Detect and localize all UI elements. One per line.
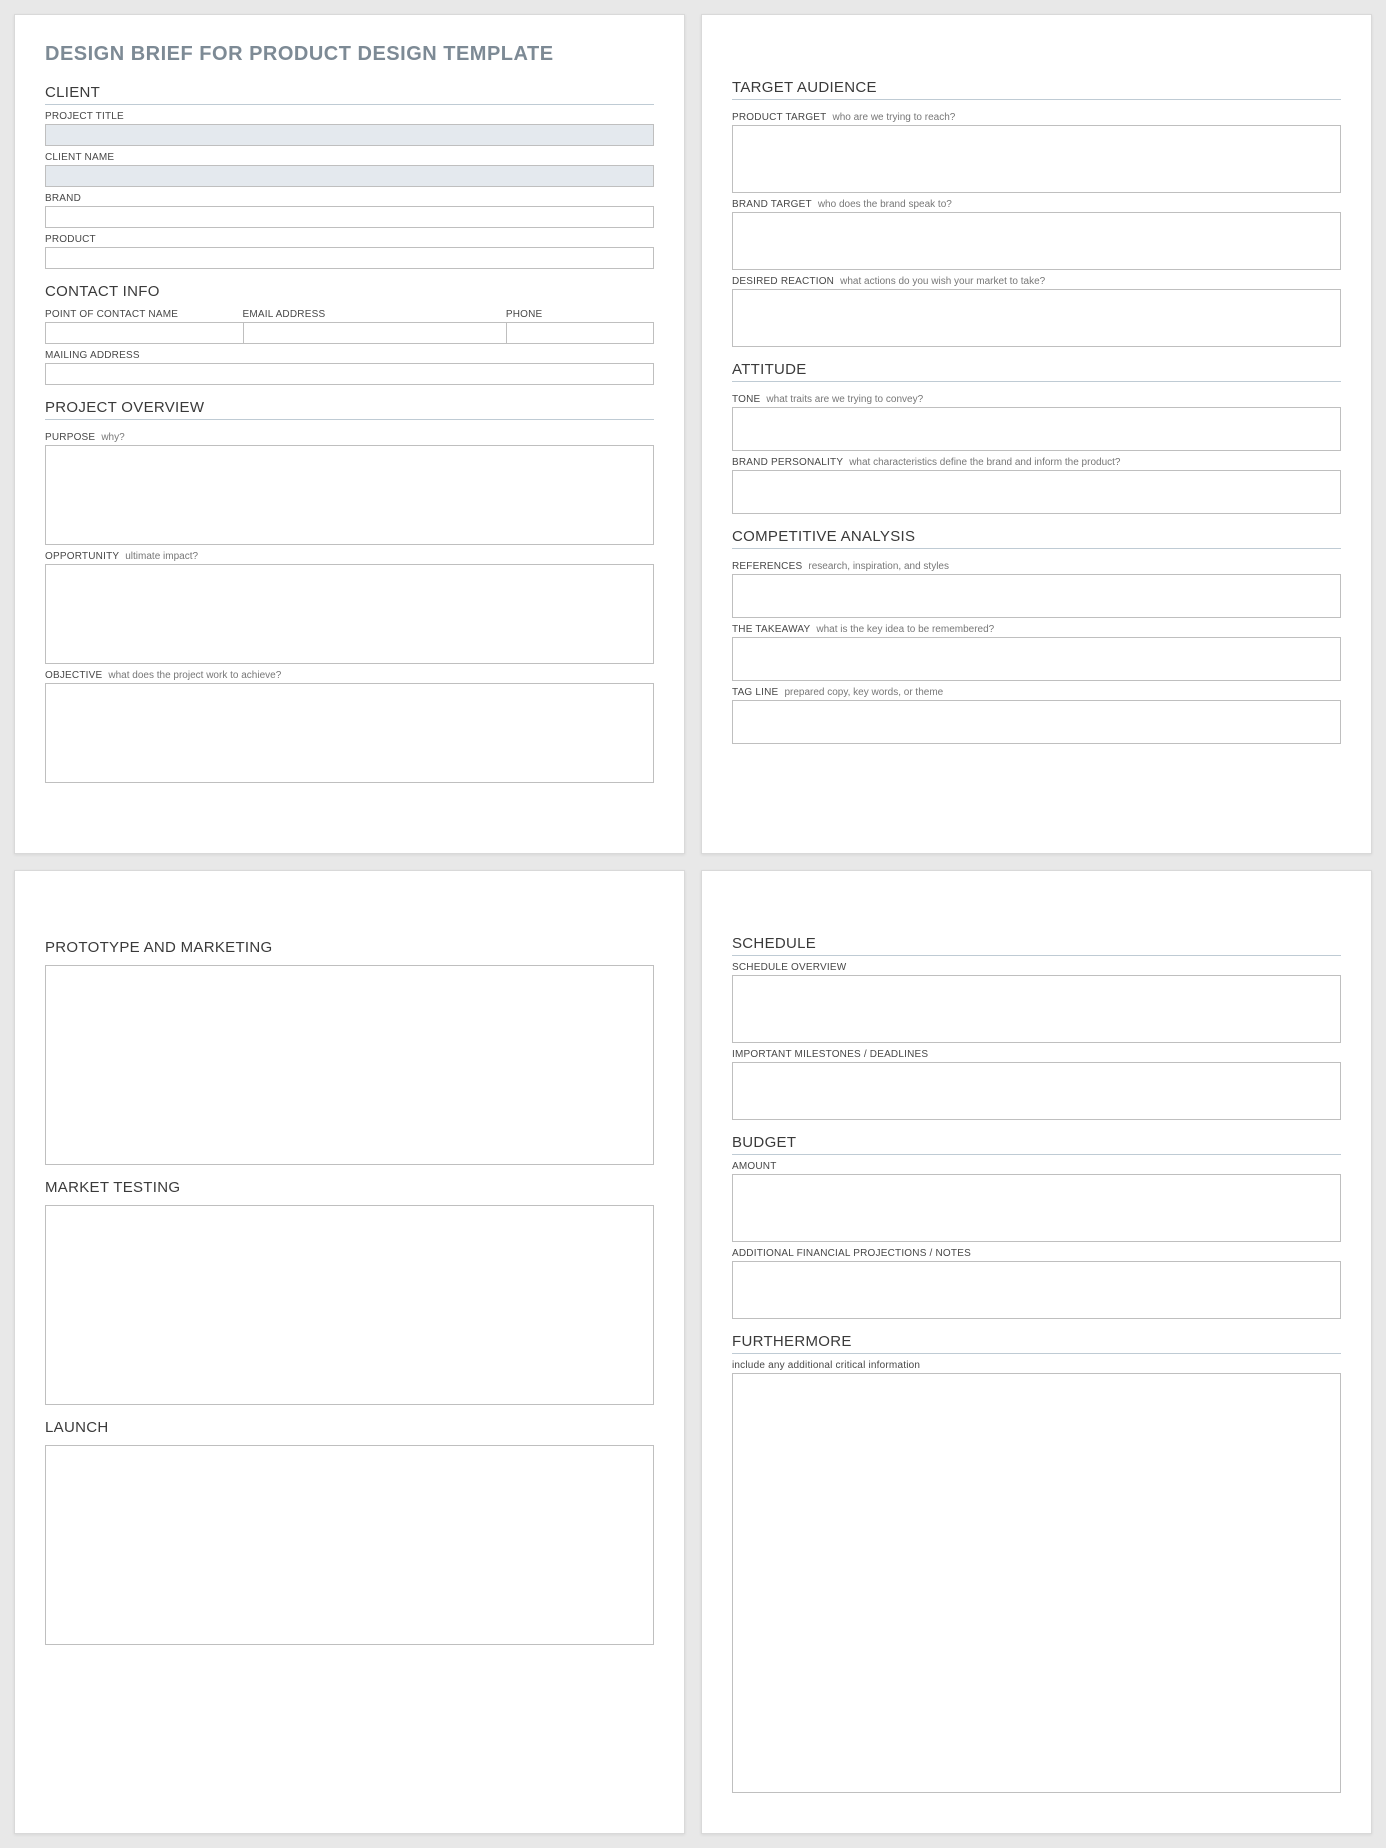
input-purpose[interactable]: [45, 445, 654, 545]
input-financial-notes[interactable]: [732, 1261, 1341, 1319]
label-client-name: CLIENT NAME: [45, 152, 654, 163]
hint-furthermore: include any additional critical informat…: [732, 1360, 1341, 1371]
label-opportunity: OPPORTUNITY: [45, 551, 119, 562]
hint-product-target: who are we trying to reach?: [832, 112, 955, 123]
document-pages: DESIGN BRIEF FOR PRODUCT DESIGN TEMPLATE…: [14, 14, 1372, 1834]
hint-opportunity: ultimate impact?: [125, 551, 198, 562]
input-milestones[interactable]: [732, 1062, 1341, 1120]
hint-purpose: why?: [101, 432, 124, 443]
label-poc: POINT OF CONTACT NAME: [45, 309, 243, 320]
input-furthermore[interactable]: [732, 1373, 1341, 1793]
hint-desired-reaction: what actions do you wish your market to …: [840, 276, 1045, 287]
label-project-title: PROJECT TITLE: [45, 111, 654, 122]
label-email: EMAIL ADDRESS: [243, 309, 506, 320]
input-desired-reaction[interactable]: [732, 289, 1341, 347]
hint-tone: what traits are we trying to convey?: [766, 394, 923, 405]
input-tone[interactable]: [732, 407, 1341, 451]
section-prototype: PROTOTYPE AND MARKETING: [45, 939, 654, 959]
page-3: PROTOTYPE AND MARKETING MARKET TESTING L…: [14, 870, 685, 1834]
label-brand: BRAND: [45, 193, 654, 204]
label-amount: AMOUNT: [732, 1161, 1341, 1172]
section-furthermore: FURTHERMORE: [732, 1333, 1341, 1354]
section-audience: TARGET AUDIENCE: [732, 79, 1341, 100]
input-launch[interactable]: [45, 1445, 654, 1645]
label-takeaway: THE TAKEAWAY: [732, 624, 810, 635]
page-1: DESIGN BRIEF FOR PRODUCT DESIGN TEMPLATE…: [14, 14, 685, 854]
input-tagline[interactable]: [732, 700, 1341, 744]
input-schedule-overview[interactable]: [732, 975, 1341, 1043]
input-personality[interactable]: [732, 470, 1341, 514]
label-purpose: PURPOSE: [45, 432, 95, 443]
document-title: DESIGN BRIEF FOR PRODUCT DESIGN TEMPLATE: [45, 43, 654, 66]
hint-personality: what characteristics define the brand an…: [849, 457, 1120, 468]
label-phone: PHONE: [506, 309, 654, 320]
label-references: REFERENCES: [732, 561, 802, 572]
input-prototype[interactable]: [45, 965, 654, 1165]
input-product[interactable]: [45, 247, 654, 269]
label-objective: OBJECTIVE: [45, 670, 102, 681]
input-market-testing[interactable]: [45, 1205, 654, 1405]
input-phone[interactable]: [506, 322, 654, 344]
section-market-testing: MARKET TESTING: [45, 1179, 654, 1199]
label-personality: BRAND PERSONALITY: [732, 457, 843, 468]
section-overview: PROJECT OVERVIEW: [45, 399, 654, 420]
input-poc[interactable]: [45, 322, 243, 344]
section-launch: LAUNCH: [45, 1419, 654, 1439]
input-email[interactable]: [243, 322, 506, 344]
input-opportunity[interactable]: [45, 564, 654, 664]
label-product: PRODUCT: [45, 234, 654, 245]
input-references[interactable]: [732, 574, 1341, 618]
input-mailing[interactable]: [45, 363, 654, 385]
section-competitive: COMPETITIVE ANALYSIS: [732, 528, 1341, 549]
label-tone: TONE: [732, 394, 760, 405]
label-product-target: PRODUCT TARGET: [732, 112, 826, 123]
hint-references: research, inspiration, and styles: [808, 561, 949, 572]
label-brand-target: BRAND TARGET: [732, 199, 812, 210]
input-brand-target[interactable]: [732, 212, 1341, 270]
page-2: TARGET AUDIENCE PRODUCT TARGET who are w…: [701, 14, 1372, 854]
input-brand[interactable]: [45, 206, 654, 228]
input-takeaway[interactable]: [732, 637, 1341, 681]
label-mailing: MAILING ADDRESS: [45, 350, 654, 361]
input-project-title[interactable]: [45, 124, 654, 146]
input-amount[interactable]: [732, 1174, 1341, 1242]
section-client: CLIENT: [45, 84, 654, 105]
label-desired-reaction: DESIRED REACTION: [732, 276, 834, 287]
label-milestones: IMPORTANT MILESTONES / DEADLINES: [732, 1049, 1341, 1060]
section-budget: BUDGET: [732, 1134, 1341, 1155]
label-financial-notes: ADDITIONAL FINANCIAL PROJECTIONS / NOTES: [732, 1248, 1341, 1259]
label-tagline: TAG LINE: [732, 687, 778, 698]
section-attitude: ATTITUDE: [732, 361, 1341, 382]
hint-tagline: prepared copy, key words, or theme: [784, 687, 943, 698]
hint-objective: what does the project work to achieve?: [108, 670, 281, 681]
section-schedule: SCHEDULE: [732, 935, 1341, 956]
contact-row: POINT OF CONTACT NAME EMAIL ADDRESS PHON…: [45, 303, 654, 344]
input-client-name[interactable]: [45, 165, 654, 187]
input-product-target[interactable]: [732, 125, 1341, 193]
input-objective[interactable]: [45, 683, 654, 783]
hint-takeaway: what is the key idea to be remembered?: [816, 624, 994, 635]
section-contact: CONTACT INFO: [45, 283, 654, 303]
page-4: SCHEDULE SCHEDULE OVERVIEW IMPORTANT MIL…: [701, 870, 1372, 1834]
label-schedule-overview: SCHEDULE OVERVIEW: [732, 962, 1341, 973]
hint-brand-target: who does the brand speak to?: [818, 199, 952, 210]
